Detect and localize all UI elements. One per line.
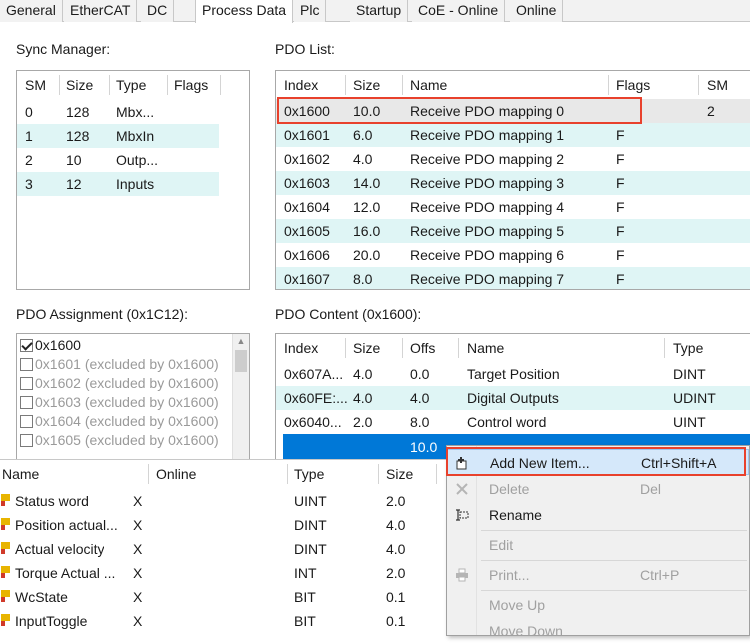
checkbox-icon[interactable]: [20, 358, 33, 371]
content-col-type[interactable]: Type: [673, 334, 703, 362]
sync-manager-label: Sync Manager:: [16, 41, 111, 57]
add-new-item-icon: [456, 457, 467, 470]
table-row[interactable]: Position actual... X DINT 4.0: [0, 513, 470, 537]
assignment-item[interactable]: 0x1604 (excluded by 0x1600): [20, 412, 219, 431]
sm-col-type[interactable]: Type: [116, 71, 146, 99]
table-row[interactable]: 0x607A... 4.0 0.0 Target Position DINT: [276, 362, 750, 386]
sm-col-flags[interactable]: Flags: [174, 71, 208, 99]
table-row[interactable]: 0x1605 16.0 Receive PDO mapping 5 F: [276, 219, 750, 243]
assignment-item[interactable]: 0x1603 (excluded by 0x1600): [20, 393, 219, 412]
var-col-name[interactable]: Name: [2, 460, 39, 488]
menu-item-move-up[interactable]: Move Up: [447, 592, 749, 618]
tab-bar: General EtherCAT DC Process Data Plc Sta…: [0, 0, 750, 23]
input-variable-icon: [1, 590, 10, 602]
table-row[interactable]: 0x1601 6.0 Receive PDO mapping 1 F: [276, 123, 750, 147]
table-row[interactable]: Torque Actual ... X INT 2.0: [0, 561, 470, 585]
checkbox-icon[interactable]: [20, 396, 33, 409]
table-row[interactable]: 0x1607 8.0 Receive PDO mapping 7 F: [276, 267, 750, 289]
input-variable-icon: [1, 566, 10, 578]
pdo-content-list[interactable]: Index Size Offs Name Type 0x607A... 4.0 …: [275, 333, 750, 459]
table-row[interactable]: 0 128 Mbx...: [17, 100, 219, 124]
content-col-name[interactable]: Name: [467, 334, 504, 362]
input-variable-icon: [1, 518, 10, 530]
pdo-assignment-label: PDO Assignment (0x1C12):: [16, 306, 188, 322]
tab-coe-online[interactable]: CoE - Online: [412, 0, 506, 22]
assignment-item[interactable]: 0x1605 (excluded by 0x1600): [20, 431, 219, 450]
table-row[interactable]: WcState X BIT 0.1: [0, 585, 470, 609]
pdo-col-sm[interactable]: SM: [707, 71, 728, 99]
menu-item-print[interactable]: Print... Ctrl+P: [447, 562, 749, 588]
pdo-content-label: PDO Content (0x1600):: [275, 306, 422, 322]
pdo-list[interactable]: Index Size Name Flags SM 0x1600 10.0 Rec…: [275, 70, 750, 290]
table-row[interactable]: 0x1606 20.0 Receive PDO mapping 6 F: [276, 243, 750, 267]
var-col-size[interactable]: Size: [386, 460, 413, 488]
pdo-col-size[interactable]: Size: [353, 71, 380, 99]
tab-plc[interactable]: Plc: [294, 0, 327, 22]
table-row[interactable]: 0x1604 12.0 Receive PDO mapping 4 F: [276, 195, 750, 219]
table-row[interactable]: 0x60FE:... 4.0 4.0 Digital Outputs UDINT: [276, 386, 750, 410]
pdo-col-flags[interactable]: Flags: [616, 71, 650, 99]
tab-startup[interactable]: Startup: [350, 0, 409, 22]
menu-item-add-new-item[interactable]: Add New Item... Ctrl+Shift+A: [447, 449, 749, 475]
printer-icon: [456, 568, 468, 582]
tab-online[interactable]: Online: [510, 0, 564, 22]
context-menu: Add New Item... Ctrl+Shift+A Delete Del …: [446, 445, 750, 639]
assignment-item[interactable]: 0x1602 (excluded by 0x1600): [20, 374, 219, 393]
pdo-list-label: PDO List:: [275, 41, 335, 57]
scroll-thumb[interactable]: [235, 350, 247, 372]
tab-dc[interactable]: DC: [141, 0, 175, 22]
content-col-size[interactable]: Size: [353, 334, 380, 362]
pdo-assignment-list[interactable]: 0x1600 0x1601 (excluded by 0x1600) 0x160…: [16, 333, 250, 459]
menu-item-move-down[interactable]: Move Down: [447, 618, 749, 644]
table-row[interactable]: 0x1602 4.0 Receive PDO mapping 2 F: [276, 147, 750, 171]
checkbox-icon[interactable]: [20, 434, 33, 447]
assignment-item[interactable]: 0x1601 (excluded by 0x1600): [20, 355, 219, 374]
var-col-type[interactable]: Type: [294, 460, 324, 488]
table-row[interactable]: 0x1600 10.0 Receive PDO mapping 0 2: [276, 99, 750, 123]
rename-icon: [456, 509, 469, 521]
pdo-col-name[interactable]: Name: [410, 71, 447, 99]
input-variable-icon: [1, 614, 10, 626]
var-col-online[interactable]: Online: [156, 460, 196, 488]
table-row[interactable]: 0x1603 14.0 Receive PDO mapping 3 F: [276, 171, 750, 195]
table-row[interactable]: Status word X UINT 2.0: [0, 489, 470, 513]
tab-general[interactable]: General: [0, 0, 63, 22]
menu-item-rename[interactable]: Rename: [447, 502, 749, 528]
tab-process-data[interactable]: Process Data: [195, 0, 294, 23]
table-row[interactable]: 0x6040... 2.0 8.0 Control word UINT: [276, 410, 750, 434]
delete-x-icon: [456, 483, 468, 495]
checkbox-icon[interactable]: [20, 377, 33, 390]
table-row[interactable]: 3 12 Inputs: [17, 172, 219, 196]
table-row[interactable]: 1 128 MbxIn: [17, 124, 219, 148]
tab-ethercat[interactable]: EtherCAT: [64, 0, 138, 22]
menu-item-delete[interactable]: Delete Del: [447, 476, 749, 502]
pdo-col-index[interactable]: Index: [284, 71, 318, 99]
table-row[interactable]: Actual velocity X DINT 4.0: [0, 537, 470, 561]
sync-manager-list[interactable]: SM Size Type Flags 0 128 Mbx... 1 128 Mb…: [16, 70, 250, 290]
scroll-up-icon[interactable]: ▲: [233, 334, 249, 348]
sm-col-size[interactable]: Size: [66, 71, 93, 99]
menu-item-edit[interactable]: Edit: [447, 532, 749, 558]
checkbox-checked-icon[interactable]: [20, 339, 33, 352]
table-row[interactable]: InputToggle X BIT 0.1: [0, 609, 470, 633]
content-col-index[interactable]: Index: [284, 334, 318, 362]
assignment-scrollbar[interactable]: ▲: [232, 334, 249, 459]
table-row[interactable]: 2 10 Outp...: [17, 148, 219, 172]
content-col-offs[interactable]: Offs: [410, 334, 435, 362]
input-variable-icon: [1, 542, 10, 554]
input-variable-icon: [1, 494, 10, 506]
variable-list[interactable]: Name Online Type Size Status word X UINT…: [0, 459, 470, 636]
assignment-item[interactable]: 0x1600: [20, 336, 81, 355]
checkbox-icon[interactable]: [20, 415, 33, 428]
sm-col-sm[interactable]: SM: [25, 71, 46, 99]
